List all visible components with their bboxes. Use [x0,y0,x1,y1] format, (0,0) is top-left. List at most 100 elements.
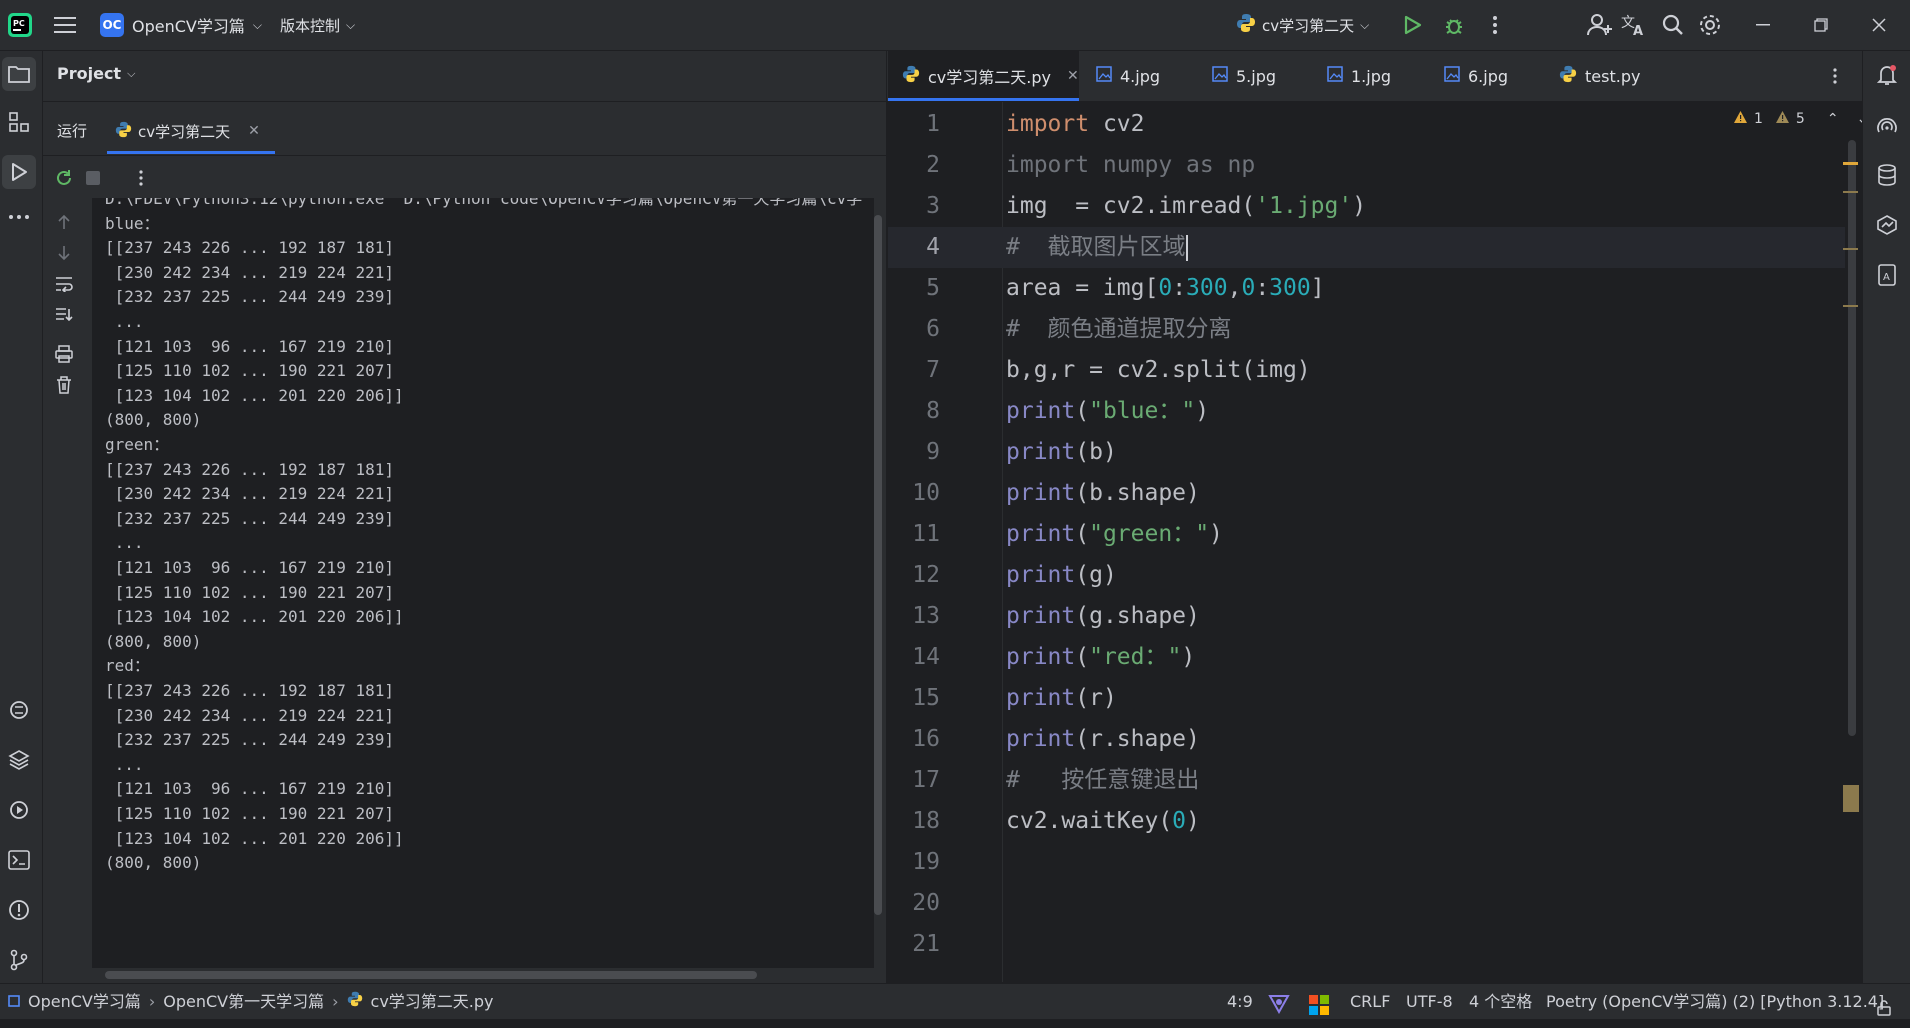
file-encoding[interactable]: UTF-8 [1406,984,1453,1019]
editor-tab-label: cv学习第二天.py [928,68,1051,87]
chevron-up-icon[interactable]: ⌃ [1827,111,1839,127]
scroll-position-marker[interactable] [1843,785,1859,812]
line-number: 20 [912,890,940,916]
database-icon[interactable] [1873,161,1901,189]
layers-icon[interactable] [4,745,34,775]
scroll-down-icon[interactable] [51,240,77,266]
search-icon[interactable] [1659,11,1687,39]
console-horizontal-scrollbar[interactable] [105,971,757,979]
code-line-10: print(b.shape) [1006,480,1200,506]
stop-icon[interactable] [82,167,104,189]
editor-tab-6-jpg[interactable]: 6.jpg [1444,51,1508,101]
breadcrumb-item-folder[interactable]: OpenCV第一天学习篇 [163,984,324,1019]
console-line: ... [105,533,144,553]
indent-setting[interactable]: 4 个空格 [1469,984,1532,1019]
breadcrumb-item-project[interactable]: OpenCV学习篇 [28,984,141,1019]
close-icon[interactable]: ✕ [248,123,260,139]
line-separator[interactable]: CRLF [1350,984,1390,1019]
notifications-bell-icon[interactable] [1873,61,1901,89]
line-number: 15 [912,685,940,711]
close-window-icon[interactable] [1866,12,1892,38]
sciview-icon[interactable] [1873,211,1901,239]
vcs-menu[interactable]: 版本控制 ⌵ [280,12,355,38]
lock-icon[interactable] [1876,993,1892,1016]
project-folder-icon[interactable] [2,57,36,91]
active-tab-underline [107,151,275,154]
settings-gear-icon[interactable] [1696,11,1724,39]
project-panel-header[interactable]: Project ⌵ [57,64,135,83]
editor-tab-label: 1.jpg [1351,66,1392,86]
minimize-icon[interactable] [1750,12,1776,38]
line-number: 3 [926,193,940,219]
more-tools-icon[interactable] [4,202,34,232]
editor-vertical-scrollbar[interactable] [1848,140,1856,736]
debug-icon[interactable] [1441,12,1467,38]
panel-divider [43,155,886,156]
documentation-icon[interactable]: A [1873,261,1901,289]
structure-icon[interactable] [4,107,34,137]
main-menu-icon[interactable] [52,12,78,38]
run-tab[interactable]: cv学习第二天 ✕ [109,109,266,153]
run-icon[interactable] [1400,12,1426,38]
more-actions-icon[interactable] [1484,12,1506,38]
services-icon[interactable] [4,795,34,825]
editor-tab-cv-day2[interactable]: cv学习第二天.py ✕ [902,51,1079,101]
inspection-widget[interactable]: 1 5 ⌃ ⌄ [1733,108,1868,130]
windows-icon[interactable] [1309,992,1329,1015]
caret-position[interactable]: 4:9 [1227,984,1253,1019]
image-file-icon [1444,66,1460,86]
weak-warning-stripe-marker[interactable] [1843,248,1858,250]
line-number: 13 [912,603,940,629]
image-file-icon [1212,66,1228,86]
editor-tab-1-jpg[interactable]: 1.jpg [1327,51,1391,101]
clear-trash-icon[interactable] [51,372,77,398]
console-line: [232 237 225 ... 244 249 239] [105,287,394,307]
console-output[interactable]: D:\PDEV\Python3.12\python.exe "D:\Python… [92,198,874,968]
weak-warning-stripe-marker[interactable] [1843,305,1858,307]
ai-assistant-icon[interactable] [1873,111,1901,139]
code-line-14: print("red：") [1006,644,1196,670]
project-name: OpenCV学习篇 [132,17,245,36]
text-cursor [1185,234,1188,261]
soft-wrap-icon[interactable] [51,271,77,297]
python-icon [347,984,363,1019]
line-number: 17 [912,767,940,793]
breadcrumb-item-file[interactable]: cv学习第二天.py [371,984,494,1019]
more-options-icon[interactable] [133,167,149,189]
translate-icon[interactable]: 文A [1620,11,1648,39]
editor-tab-test-py[interactable]: test.py [1559,51,1640,101]
weak-warning-stripe-marker[interactable] [1843,191,1858,193]
code-line-4: # 截取图片区域 [1006,234,1188,261]
problems-icon[interactable] [4,895,34,925]
rerun-icon[interactable] [51,165,77,191]
ai-status-icon[interactable] [1268,991,1290,1015]
tabs-more-icon[interactable] [1826,63,1844,89]
print-icon[interactable] [51,341,77,367]
svg-text:PC: PC [13,19,25,28]
run-panel-label: 运行 [57,122,88,140]
python-packages-icon[interactable] [4,695,34,725]
console-line: green： [105,435,170,454]
pycharm-logo-icon[interactable]: PC [8,13,32,37]
close-icon[interactable]: ✕ [1067,68,1079,84]
run-tab-label: cv学习第二天 [138,122,231,141]
restore-window-icon[interactable] [1808,12,1834,38]
editor-tab-5-jpg[interactable]: 5.jpg [1212,51,1276,101]
code-line-6: # 颜色通道提取分离 [1006,316,1232,342]
editor-tab-4-jpg[interactable]: 4.jpg [1096,51,1160,101]
terminal-icon[interactable] [4,845,34,875]
line-number: 7 [926,357,940,383]
project-widget[interactable]: OC OpenCV学习篇 ⌵ [100,12,262,38]
panel-divider [43,101,886,102]
run-config-selector[interactable]: cv学习第二天 ⌵ [1236,12,1369,38]
run-tool-icon[interactable] [2,155,36,189]
python-interpreter[interactable]: Poetry (OpenCV学习篇) (2) [Python 3.12.4] [1546,984,1884,1019]
weak-warning-icon [1775,110,1790,128]
scroll-up-icon[interactable] [51,209,77,235]
git-branch-icon[interactable] [4,945,34,975]
python-icon [115,121,132,142]
console-line: [230 242 234 ... 219 224 221] [105,484,394,504]
warning-stripe-marker[interactable] [1843,162,1858,165]
add-user-icon[interactable] [1586,11,1614,39]
scroll-to-end-icon[interactable] [51,302,77,328]
